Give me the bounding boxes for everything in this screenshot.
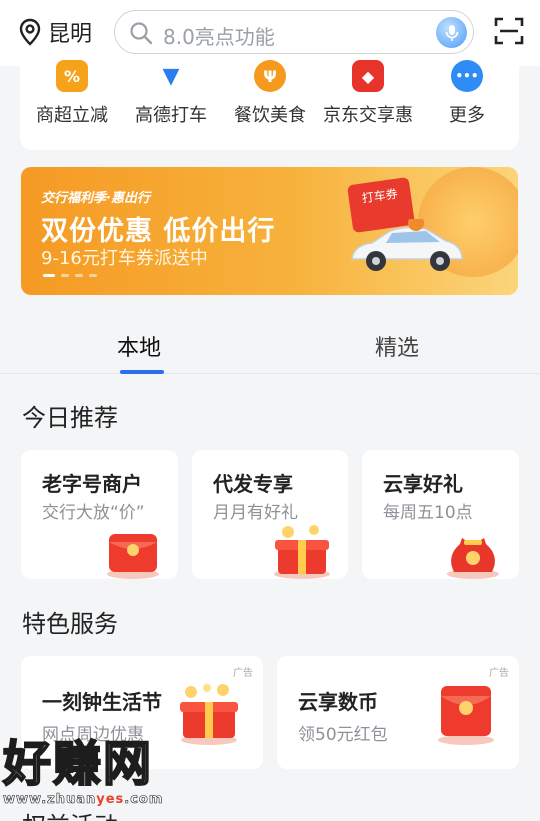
ad-label: 广告 xyxy=(489,668,509,679)
banner-title: 双份优惠 低价出行 xyxy=(41,216,276,247)
shortcut-label: 餐饮美食 xyxy=(234,105,306,126)
scan-button[interactable] xyxy=(494,16,524,46)
section-title-benefits: 权益活动 xyxy=(22,806,118,821)
red-envelope-icon xyxy=(107,534,159,579)
ad-label: 广告 xyxy=(233,668,253,679)
card-title: 代发专享 xyxy=(213,472,293,496)
banner-subtitle: 9-16元打车券派送中 xyxy=(41,248,208,269)
active-tab-indicator xyxy=(120,370,164,374)
shortcut-label: 京东交享惠 xyxy=(323,105,413,126)
car-illustration xyxy=(351,219,463,271)
card-title: 云享好礼 xyxy=(383,472,463,496)
card-title: 老字号商户 xyxy=(42,472,142,496)
shortcut-item[interactable]: ▼ 高德打车 xyxy=(116,60,226,127)
recommend-card[interactable]: 代发专享 月月有好礼 xyxy=(192,450,348,579)
percent-coupon-icon: % xyxy=(56,60,88,92)
service-card[interactable]: 广告 云享数币 领50元红包 xyxy=(277,656,519,769)
tab-featured[interactable]: 精选 xyxy=(375,330,419,362)
shortcut-item[interactable]: ••• 更多 xyxy=(412,60,522,127)
search-placeholder: 8.0亮点功能 xyxy=(163,25,275,49)
card-title: 云享数币 xyxy=(298,690,378,714)
card-subtitle: 月月有好礼 xyxy=(213,503,298,523)
dining-icon: Ψ xyxy=(254,60,286,92)
section-title-services: 特色服务 xyxy=(22,610,118,638)
section-title-today: 今日推荐 xyxy=(22,404,118,432)
banner-tag: 交行福利季·惠出行 xyxy=(41,191,150,206)
watermark-brand: 好赚网 xyxy=(2,735,154,793)
coupon-label: 打车券 xyxy=(360,186,399,206)
more-icon: ••• xyxy=(451,60,483,92)
shortcut-label: 商超立减 xyxy=(36,105,108,126)
location-city: 昆明 xyxy=(48,22,93,47)
promo-banner[interactable]: 交行福利季·惠出行 双份优惠 低价出行 9-16元打车券派送中 打车券 xyxy=(21,167,518,295)
shortcut-item[interactable]: Ψ 餐饮美食 xyxy=(215,60,325,127)
card-subtitle: 交行大放“价” xyxy=(42,503,145,523)
card-subtitle: 领50元红包 xyxy=(298,725,388,745)
tab-local[interactable]: 本地 xyxy=(117,330,161,362)
watermark-url: www.zhuanyes.com xyxy=(3,792,164,808)
voice-search-button[interactable] xyxy=(436,17,467,48)
content-tabs: 本地 精选 xyxy=(0,318,540,374)
card-title: 一刻钟生活节 xyxy=(42,690,162,714)
recommend-card[interactable]: 老字号商户 交行大放“价” xyxy=(21,450,178,579)
shortcut-item[interactable]: % 商超立减 xyxy=(17,60,127,127)
microphone-icon xyxy=(445,24,458,41)
shortcut-label: 更多 xyxy=(449,105,485,126)
search-icon xyxy=(130,22,153,45)
shortcut-item[interactable]: ◆ 京东交享惠 xyxy=(313,60,423,127)
amap-taxi-icon: ▼ xyxy=(155,60,187,92)
lucky-bag-icon xyxy=(447,538,499,579)
search-box[interactable]: 8.0亮点功能 xyxy=(114,10,474,54)
carousel-indicator xyxy=(43,274,97,277)
location-pin-icon xyxy=(19,18,41,46)
shortcut-label: 高德打车 xyxy=(135,105,207,126)
jd-dog-icon: ◆ xyxy=(352,60,384,92)
watermark-logo: 好赚网 www.zhuanyes.com xyxy=(2,735,164,808)
recommend-card[interactable]: 云享好礼 每周五10点 xyxy=(362,450,519,579)
gift-box-icon xyxy=(180,684,238,745)
shortcut-grid: % 商超立减 ▼ 高德打车 Ψ 餐饮美食 ◆ 京东交享惠 ••• 更多 xyxy=(20,56,519,150)
card-subtitle: 每周五10点 xyxy=(383,503,473,523)
gift-box-icon xyxy=(274,525,330,579)
location-selector[interactable]: 昆明 xyxy=(18,16,92,48)
red-envelope-icon xyxy=(438,686,494,745)
